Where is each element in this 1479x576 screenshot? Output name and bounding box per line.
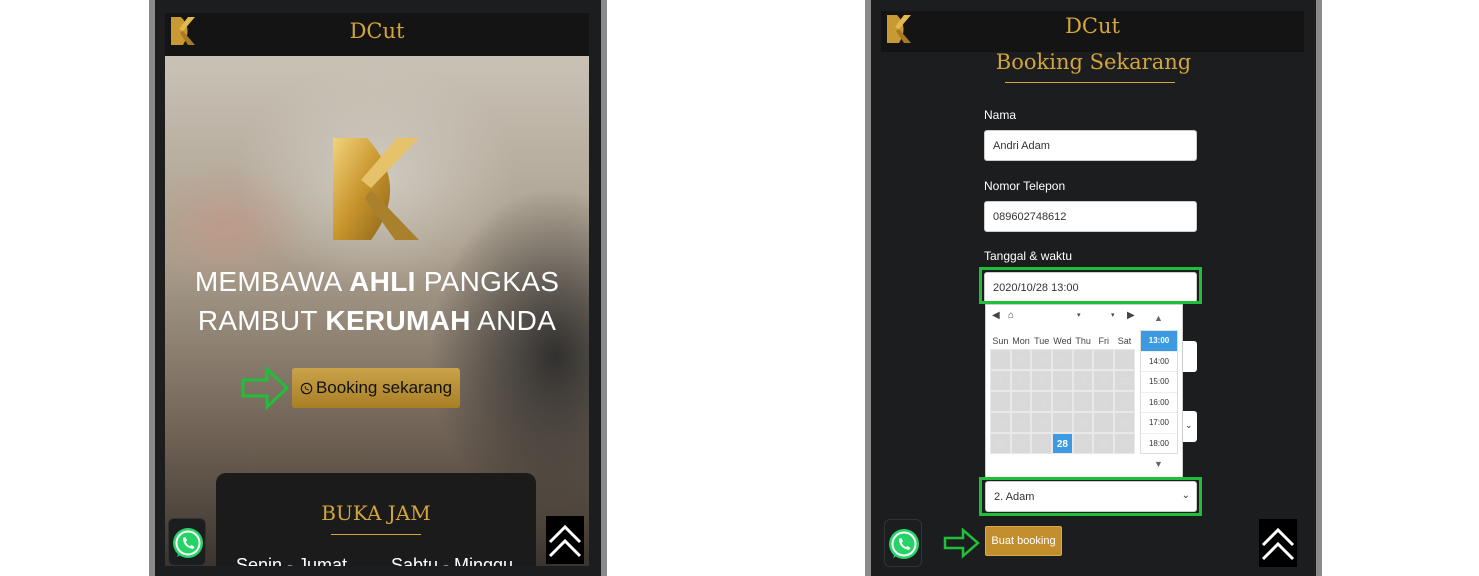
weekday-header: Sun	[992, 336, 1009, 346]
navbar: DCut	[881, 11, 1304, 52]
weekday-label: Senin - Jumat	[236, 555, 348, 566]
highlight-box	[979, 477, 1202, 516]
datetime-label: Tanggal & waktu	[984, 249, 1073, 263]
hidden-field-edge	[1183, 341, 1197, 372]
time-option[interactable]: 16:00	[1141, 393, 1177, 413]
form-title: Booking Sekarang	[995, 50, 1192, 74]
time-option[interactable]: 15:00	[1141, 372, 1177, 393]
datetime-picker: ◀ ⌂ ▾ ▾ ▶ Sun Mon Tue Wed Thu Fri Sat 27 28 29 30 1…	[985, 304, 1183, 479]
opening-hours-card: BUKA JAM Senin - Jumat Sabtu - Minggu	[216, 473, 536, 566]
calendar-day[interactable]: 8	[1072, 370, 1094, 391]
calendar-day[interactable]: 2	[1093, 349, 1115, 370]
scroll-top-button[interactable]	[546, 516, 584, 564]
time-list: 13:00 14:00 15:00 16:00 17:00 18:00	[1140, 330, 1178, 454]
calendar-day[interactable]: 13	[1031, 391, 1053, 412]
next-month-icon[interactable]: ▶	[1127, 310, 1135, 321]
calendar-day[interactable]: 9	[1093, 370, 1115, 391]
weekday-header: Wed	[1053, 336, 1072, 346]
scroll-top-button[interactable]	[1259, 519, 1297, 567]
time-option-selected[interactable]: 13:00	[1141, 331, 1177, 352]
calendar-day[interactable]: 25	[990, 433, 1011, 454]
phone-input[interactable]: 089602748612	[984, 201, 1197, 232]
calendar-day[interactable]: 29	[1031, 349, 1053, 370]
hidden-select-edge: ⌄	[1183, 411, 1197, 442]
calendar-day[interactable]: 17	[1114, 391, 1135, 412]
green-arrow-annotation-icon	[241, 365, 290, 411]
calendar-day[interactable]: 27	[990, 349, 1011, 370]
title-underline	[331, 534, 421, 535]
weekday-header: Sat	[1117, 336, 1132, 346]
calendar-day[interactable]: 11	[990, 391, 1011, 412]
calendar-day[interactable]: 22	[1072, 412, 1094, 433]
phone-screen-home: DCut MEMBAWA AHLI PANGKAS RAMBUT KERUMAH…	[149, 0, 607, 576]
time-option[interactable]: 18:00	[1141, 434, 1177, 454]
month-dropdown-icon[interactable]: ▾	[1077, 311, 1081, 319]
hero-headline: MEMBAWA AHLI PANGKAS RAMBUT KERUMAH ANDA	[194, 266, 560, 336]
submit-booking-button[interactable]: Buat booking	[985, 526, 1062, 556]
calendar-day[interactable]: 27	[1031, 433, 1053, 454]
calendar-day[interactable]: 26	[1010, 433, 1032, 454]
time-option[interactable]: 14:00	[1141, 352, 1177, 372]
calendar-day[interactable]: 3	[1114, 349, 1135, 370]
calendar-day[interactable]: 24	[1114, 412, 1135, 433]
calendar-day[interactable]: 30	[1052, 349, 1073, 370]
calendar-day[interactable]: 21	[1052, 412, 1073, 433]
time-column: ▲ 13:00 14:00 15:00 16:00 17:00 18:00 ▼	[1140, 313, 1178, 473]
calendar-day[interactable]: 16	[1093, 391, 1115, 412]
whatsapp-icon	[173, 528, 203, 558]
calendar-day[interactable]: 12	[1010, 391, 1032, 412]
weekday-header: Tue	[1034, 336, 1050, 346]
calendar-day[interactable]: 29	[1072, 433, 1094, 454]
weekday-header: Fri	[1098, 336, 1110, 346]
calendar-grid: Sun Mon Tue Wed Thu Fri Sat 27 28 29 30 1 2 3 4 5 6 7 8 9 10…	[990, 334, 1135, 454]
hero-banner: MEMBAWA AHLI PANGKAS RAMBUT KERUMAH ANDA…	[165, 56, 589, 566]
calendar-day[interactable]: 18	[990, 412, 1011, 433]
calendar-day[interactable]: 30	[1093, 433, 1115, 454]
brand-title[interactable]: DCut	[165, 19, 589, 43]
chevrons-up-icon	[1261, 527, 1295, 561]
whatsapp-icon	[300, 382, 313, 394]
whatsapp-icon	[889, 529, 919, 559]
name-label: Nama	[984, 108, 1017, 122]
weekend-label: Sabtu - Minggu	[391, 555, 514, 566]
highlight-box	[979, 267, 1202, 304]
booking-now-button[interactable]: Booking sekarang	[292, 368, 460, 408]
home-icon[interactable]: ⌂	[1008, 310, 1014, 321]
picker-nav: ◀ ⌂ ▾ ▾ ▶	[990, 310, 1135, 326]
booking-now-label: Booking sekarang	[315, 378, 453, 397]
calendar-day[interactable]: 28	[1010, 349, 1032, 370]
time-up-icon[interactable]: ▲	[1154, 313, 1163, 323]
phone-screen-booking: DCut Booking Sekarang Nama Andri Adam No…	[865, 0, 1322, 576]
brand-title[interactable]: DCut	[881, 14, 1304, 38]
calendar-day[interactable]: 14	[1052, 391, 1073, 412]
calendar-day-selected[interactable]: 28	[1052, 433, 1073, 454]
year-dropdown-icon[interactable]: ▾	[1111, 311, 1115, 319]
hero-logo-icon	[333, 138, 419, 240]
calendar-day[interactable]: 7	[1052, 370, 1073, 391]
weekday-header: Thu	[1075, 336, 1091, 346]
name-input[interactable]: Andri Adam	[984, 130, 1197, 161]
prev-month-icon[interactable]: ◀	[992, 310, 1000, 321]
calendar-day[interactable]: 10	[1114, 370, 1135, 391]
navbar: DCut	[165, 13, 589, 56]
calendar-day[interactable]: 15	[1072, 391, 1094, 412]
calendar-day[interactable]: 4	[990, 370, 1011, 391]
time-down-icon[interactable]: ▼	[1154, 459, 1163, 469]
calendar-day[interactable]: 20	[1031, 412, 1053, 433]
green-arrow-annotation-icon	[943, 528, 980, 559]
calendar-day[interactable]: 19	[1010, 412, 1032, 433]
whatsapp-float-button[interactable]	[884, 519, 922, 567]
title-underline	[1005, 82, 1175, 83]
calendar-day[interactable]: 6	[1031, 370, 1053, 391]
phone-label: Nomor Telepon	[984, 179, 1066, 193]
weekday-header: Mon	[1012, 336, 1030, 346]
calendar-day[interactable]: 1	[1072, 349, 1094, 370]
time-option[interactable]: 17:00	[1141, 413, 1177, 434]
calendar-day[interactable]: 5	[1010, 370, 1032, 391]
calendar-day[interactable]: 23	[1093, 412, 1115, 433]
calendar-day[interactable]: 31	[1114, 433, 1135, 454]
whatsapp-float-button[interactable]	[168, 518, 206, 566]
opening-hours-title: BUKA JAM	[321, 501, 431, 525]
chevrons-up-icon	[548, 524, 582, 558]
